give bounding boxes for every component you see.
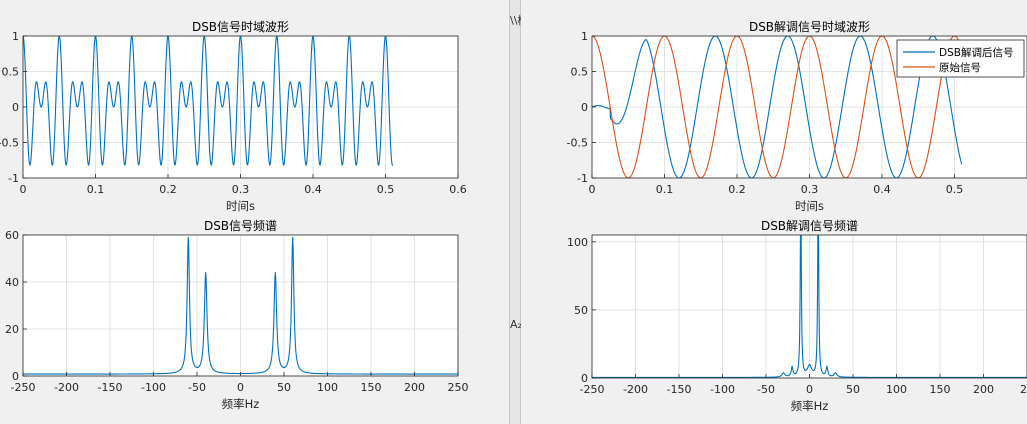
x-tick-label: 200 <box>404 381 425 394</box>
x-tick-label: 50 <box>277 381 291 394</box>
x-tick-label: 250 <box>448 381 469 394</box>
x-tick-label: 0 <box>589 183 596 196</box>
x-axis-label: 频率Hz <box>222 397 260 411</box>
x-tick-label: 150 <box>361 381 382 394</box>
x-tick-label: -200 <box>54 381 79 394</box>
chart-left-bottom: -250 -200 -150 -100 -50 0 50 100 150 200 250020406… <box>5 219 469 411</box>
x-tick-label: 0.1 <box>87 183 105 196</box>
x-tick-label: -150 <box>98 381 123 394</box>
x-tick-label: 150 <box>930 383 951 396</box>
y-tick-label: 50 <box>574 304 588 317</box>
x-tick-label: 0.4 <box>873 183 891 196</box>
y-tick-label: 0.5 <box>571 66 589 79</box>
y-tick-label: 1 <box>581 30 588 43</box>
x-tick-label: -50 <box>757 383 775 396</box>
x-tick-label: -150 <box>667 383 692 396</box>
y-tick-label: -0.5 <box>0 137 19 150</box>
y-tick-label: -1 <box>577 172 588 185</box>
window-divider[interactable] <box>509 0 521 424</box>
x-tick-label: 0.5 <box>946 183 964 196</box>
y-tick-label: 100 <box>567 236 588 249</box>
x-tick-label: 0.4 <box>304 183 322 196</box>
x-tick-label: -50 <box>188 381 206 394</box>
chart-left-top: 0 0.1 0.2 0.3 0.4 0.5 0.6 -1 -0.5 0 0.5 1 DSB信号时域波形时… <box>0 20 467 213</box>
y-tick-label: 0 <box>12 370 19 383</box>
x-tick-label: 0 <box>237 381 244 394</box>
legend: DSB解调后信号原始信号 <box>896 39 1025 78</box>
x-tick-label: 100 <box>886 383 907 396</box>
y-tick-label: 60 <box>5 229 19 242</box>
y-tick-label: 1 <box>12 30 19 43</box>
y-tick-label: -1 <box>8 172 19 185</box>
figure-canvas-right: 0 0.1 0.2 0.3 0.4 0.5 -1 -0.5 0 0.5 1 DSB解调信号时域波形时间… <box>567 20 1027 413</box>
chart-title: DSB信号时域波形 <box>192 20 289 34</box>
x-tick-label: 25 <box>1020 383 1027 396</box>
x-tick-label: 0.5 <box>377 183 395 196</box>
x-tick-label: 200 <box>973 383 994 396</box>
x-tick-label: 0.2 <box>159 183 177 196</box>
chart-title: DSB解调信号频谱 <box>761 219 858 233</box>
x-axis-label: 时间s <box>795 199 824 213</box>
x-tick-label: 0 <box>806 383 813 396</box>
y-tick-label: 20 <box>5 323 19 336</box>
x-tick-label: 0.6 <box>449 183 467 196</box>
figure-window-left: 0 0.1 0.2 0.3 0.4 0.5 0.6 -1 -0.5 0 0.5 1 DSB信号时域波形时… <box>0 0 509 424</box>
chart-right-top: 0 0.1 0.2 0.3 0.4 0.5 -1 -0.5 0 0.5 1 DSB解调信号时域波形时间… <box>567 20 1027 213</box>
x-axis-label: 时间s <box>226 199 255 213</box>
x-tick-label: 0.2 <box>728 183 746 196</box>
y-tick-label: 0 <box>12 101 19 114</box>
figure-canvas-left: 0 0.1 0.2 0.3 0.4 0.5 0.6 -1 -0.5 0 0.5 1 DSB信号时域波形时… <box>0 20 469 411</box>
x-tick-label: -100 <box>141 381 166 394</box>
chart-right-bottom: -250-200-150-100-5005010015020025050100D… <box>567 219 1027 413</box>
legend-label: 原始信号 <box>939 61 981 74</box>
x-tick-label: 0.3 <box>801 183 819 196</box>
chart-title: DSB信号频谱 <box>204 219 277 233</box>
x-tick-label: 0.3 <box>232 183 250 196</box>
x-tick-label: -200 <box>623 383 648 396</box>
y-tick-label: 0 <box>581 101 588 114</box>
y-tick-label: 40 <box>5 276 19 289</box>
y-tick-label: 0 <box>581 372 588 385</box>
x-axis-label: 频率Hz <box>791 399 829 413</box>
chart-title: DSB解调信号时域波形 <box>749 20 870 34</box>
figure-window-right: 0 0.1 0.2 0.3 0.4 0.5 -1 -0.5 0 0.5 1 DSB解调信号时域波形 时间… <box>521 0 1027 424</box>
y-tick-label: 0.5 <box>2 66 20 79</box>
x-tick-label: 50 <box>846 383 860 396</box>
x-tick-label: -100 <box>710 383 735 396</box>
y-tick-label: -0.5 <box>567 137 588 150</box>
x-tick-label: 0 <box>20 183 27 196</box>
legend-label: DSB解调后信号 <box>939 46 1013 59</box>
x-tick-label: 100 <box>317 381 338 394</box>
x-tick-label: 0.1 <box>656 183 674 196</box>
